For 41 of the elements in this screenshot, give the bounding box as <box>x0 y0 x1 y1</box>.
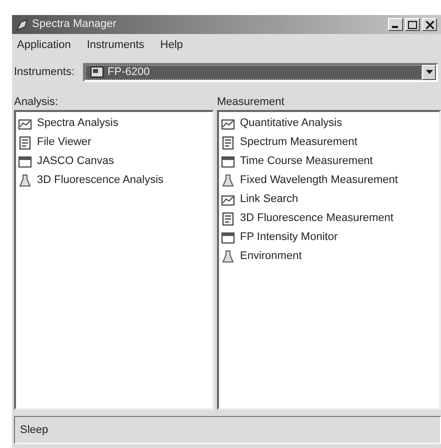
window-title: Spectra Manager <box>32 17 116 32</box>
menu-item[interactable]: Help <box>159 37 184 54</box>
chart-icon <box>221 116 235 130</box>
instrument-dropdown[interactable]: FP-6200 <box>82 62 438 82</box>
instrument-label: Instruments: <box>14 64 75 80</box>
flask-icon <box>18 174 32 188</box>
list-item[interactable]: 3D Fluorescence Measurement <box>221 209 437 228</box>
window-icon <box>221 230 235 244</box>
document-icon <box>18 136 32 150</box>
flask-icon <box>221 250 235 264</box>
measurement-label: Measurement <box>217 94 286 110</box>
list-item[interactable]: Link Search <box>221 190 437 209</box>
list-item[interactable]: Time Course Measurement <box>221 152 437 171</box>
chart-icon <box>18 116 32 130</box>
list-item[interactable]: File Viewer <box>18 133 210 152</box>
list-item[interactable]: Spectra Analysis <box>18 114 210 133</box>
window-icon <box>18 154 32 168</box>
menu-item[interactable]: Instruments <box>86 37 146 54</box>
instrument-icon <box>90 65 104 79</box>
menu-item[interactable]: Application <box>16 37 72 54</box>
window-icon <box>221 154 235 168</box>
close-button[interactable] <box>422 18 437 31</box>
app-icon <box>15 18 29 32</box>
maximize-icon <box>408 20 417 28</box>
flask-icon <box>221 174 235 188</box>
document-icon <box>221 212 235 226</box>
list-item[interactable]: Fixed Wavelength Measurement <box>221 171 437 190</box>
chart-icon <box>221 192 235 206</box>
list-item[interactable]: Spectrum Measurement <box>221 133 437 152</box>
list-item[interactable]: Environment <box>221 247 437 266</box>
maximize-button[interactable] <box>405 18 420 31</box>
list-item[interactable]: Quantitative Analysis <box>221 114 437 133</box>
close-icon <box>426 20 434 28</box>
dropdown-arrow-icon <box>426 70 432 74</box>
list-item[interactable]: FP Intensity Monitor <box>221 228 437 247</box>
document-icon <box>221 136 235 150</box>
minimize-button[interactable] <box>388 18 403 31</box>
analysis-label: Analysis: <box>14 94 60 110</box>
list-item[interactable]: 3D Fluorescence Analysis <box>18 171 210 190</box>
list-item[interactable]: JASCO Canvas <box>18 152 210 171</box>
status-text: Sleep <box>20 422 48 438</box>
